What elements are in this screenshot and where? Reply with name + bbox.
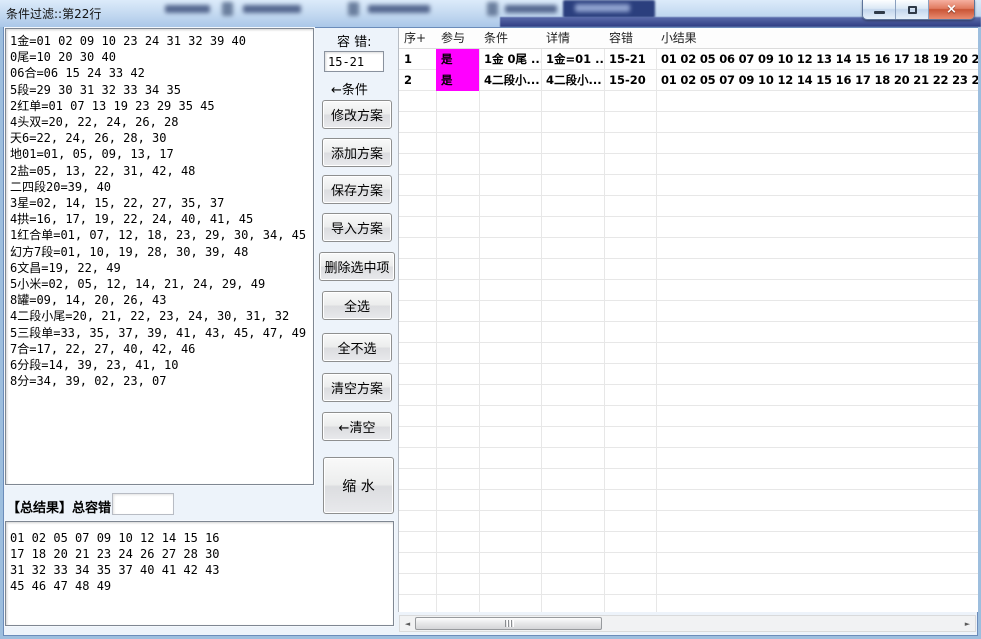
document-icon [222, 2, 233, 16]
cell-condition: 4二段小... [479, 70, 541, 91]
titlebar-glass-decoration [243, 5, 301, 13]
clear-plan-button[interactable]: 清空方案 [322, 373, 392, 402]
window-controls: × [862, 0, 975, 20]
scrollbar-grip-icon [505, 620, 506, 627]
document-icon [487, 2, 498, 16]
window-title: 条件过滤::第22行 [6, 5, 101, 22]
cell-condition: 1金 0尾 ... [479, 49, 541, 70]
titlebar: 条件过滤::第22行 × [0, 0, 981, 27]
cell-seq: 1 [399, 49, 436, 70]
cell-result: 01 02 05 06 07 09 10 12 13 14 15 16 17 1… [656, 49, 978, 70]
maximize-icon [908, 6, 917, 14]
scrollbar-grip-icon [511, 620, 512, 627]
total-tolerance-input[interactable] [112, 493, 174, 515]
horizontal-scrollbar[interactable]: ◄ ► [399, 615, 976, 632]
scrollbar-track[interactable] [415, 616, 960, 631]
close-icon: × [946, 3, 957, 16]
column-divider [656, 28, 657, 612]
column-divider [541, 28, 542, 612]
cell-detail: 1金=01 ... [541, 49, 604, 70]
column-divider [436, 28, 437, 612]
shrink-button[interactable]: 缩 水 [323, 457, 394, 514]
total-result-label: 【总结果】总容错: [7, 497, 116, 516]
cell-result: 01 02 05 07 09 10 12 14 15 16 17 18 20 2… [656, 70, 978, 91]
table-header-row: 序+ 参与 条件 详情 容错 小结果 [399, 28, 978, 49]
scrollbar-grip-icon [508, 620, 509, 627]
results-table: 序+ 参与 条件 详情 容错 小结果 1 是 1金 0尾 ... 1金=01 .… [398, 28, 978, 612]
select-all-button[interactable]: 全选 [322, 291, 392, 320]
add-plan-button[interactable]: 添加方案 [322, 138, 392, 167]
titlebar-glass-decoration [165, 5, 210, 13]
scroll-right-button[interactable]: ► [960, 616, 975, 631]
save-plan-button[interactable]: 保存方案 [322, 175, 392, 204]
scrollbar-thumb[interactable] [415, 617, 602, 630]
import-plan-button[interactable]: 导入方案 [322, 213, 392, 242]
column-divider [604, 28, 605, 612]
table-row[interactable]: 2 是 4二段小... 4二段小... 15-20 01 02 05 07 09… [399, 70, 978, 91]
select-none-button[interactable]: 全不选 [322, 333, 392, 362]
modify-plan-button[interactable]: 修改方案 [322, 100, 392, 129]
titlebar-glass-decoration [505, 5, 557, 13]
delete-selected-button[interactable]: 删除选中项 [319, 252, 395, 281]
column-divider [479, 28, 480, 612]
cell-participate[interactable]: 是 [436, 49, 479, 70]
table-grid [399, 49, 978, 612]
close-button[interactable]: × [929, 0, 974, 19]
column-header-condition[interactable]: 条件 [479, 28, 541, 48]
column-header-seq[interactable]: 序+ [399, 28, 436, 48]
condition-filter-window: 条件过滤::第22行 × 1金=01 02 09 10 23 24 31 32 … [0, 0, 981, 639]
clear-button[interactable]: ←清空 [322, 412, 392, 441]
column-header-detail[interactable]: 详情 [541, 28, 604, 48]
column-header-participate[interactable]: 参与 [436, 28, 479, 48]
cell-participate[interactable]: 是 [436, 70, 479, 91]
column-header-result[interactable]: 小结果 [656, 28, 978, 48]
titlebar-glass-decoration [575, 4, 630, 12]
maximize-button[interactable] [896, 0, 929, 19]
tolerance-input[interactable] [324, 51, 384, 72]
document-icon [348, 2, 359, 16]
titlebar-glass-decoration [368, 5, 430, 13]
tolerance-label: 容 错: [337, 31, 372, 50]
cell-tolerance: 15-21 [604, 49, 656, 70]
total-result-textarea[interactable]: 01 02 05 07 09 10 12 14 15 16 17 18 20 2… [5, 521, 394, 626]
cell-seq: 2 [399, 70, 436, 91]
cell-detail: 4二段小... [541, 70, 604, 91]
conditions-textarea[interactable]: 1金=01 02 09 10 23 24 31 32 39 40 0尾=10 2… [5, 28, 314, 485]
minimize-button[interactable] [863, 0, 896, 19]
table-row[interactable]: 1 是 1金 0尾 ... 1金=01 ... 15-21 01 02 05 0… [399, 49, 978, 70]
column-header-tolerance[interactable]: 容错 [604, 28, 656, 48]
minimize-icon [874, 11, 885, 14]
condition-arrow-label: ←条件 [331, 79, 368, 98]
scroll-left-button[interactable]: ◄ [400, 616, 415, 631]
cell-tolerance: 15-20 [604, 70, 656, 91]
